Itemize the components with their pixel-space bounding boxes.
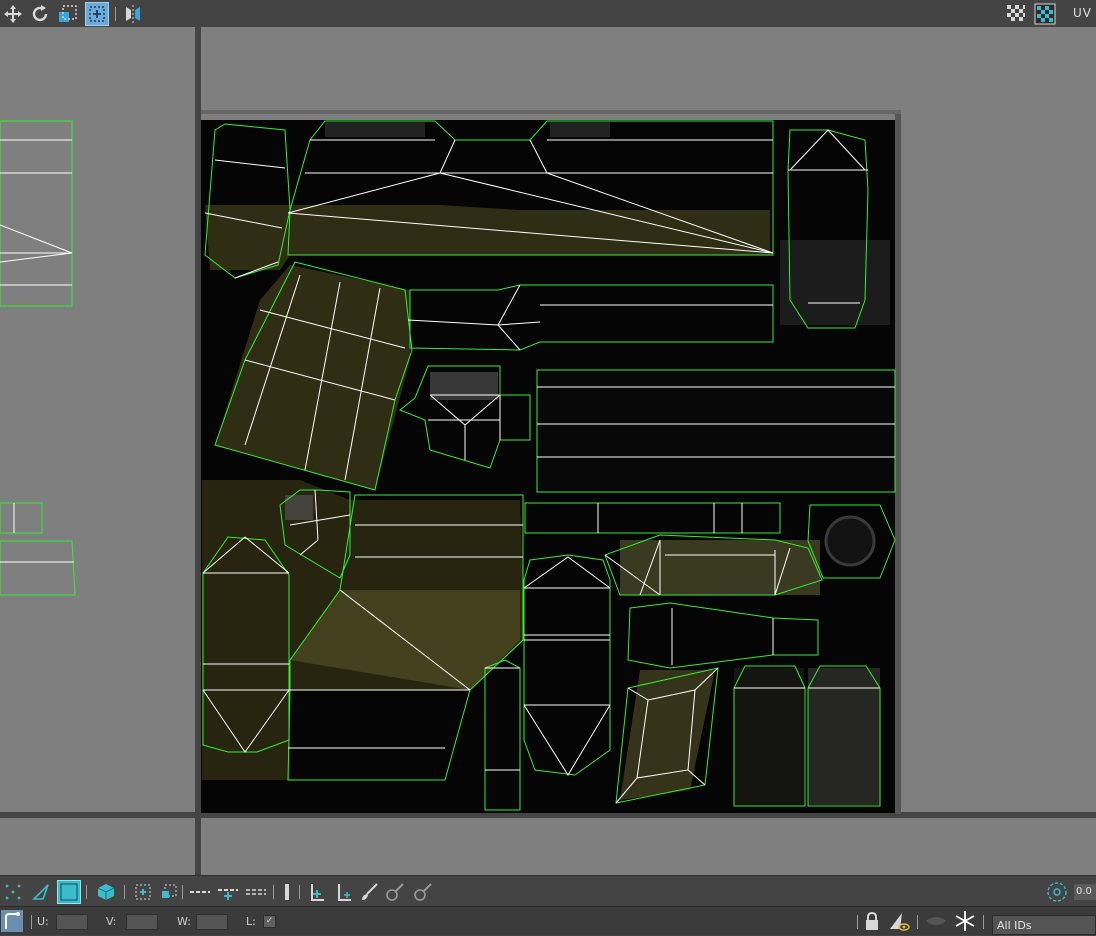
uv-tool-strip: 0.0 (0, 875, 1096, 907)
zoom-extents-icon[interactable] (1046, 881, 1068, 903)
loop-icon[interactable] (217, 881, 239, 903)
w-label: W: (177, 915, 191, 928)
brush-icon[interactable] (358, 881, 380, 903)
pin-icon[interactable] (412, 881, 434, 903)
w-field[interactable] (196, 914, 228, 930)
status-separator (917, 915, 918, 929)
u-label: U: (37, 915, 49, 928)
uv-shell[interactable] (0, 540, 76, 596)
face-mode-icon[interactable] (57, 880, 81, 904)
id-filter-dropdown[interactable]: All IDs (992, 915, 1096, 935)
v-field[interactable] (126, 914, 158, 930)
ignore-backfacing-icon[interactable] (888, 910, 910, 932)
l-label: L: (246, 915, 256, 928)
mirror-icon[interactable] (122, 3, 144, 25)
tool-separator (86, 885, 87, 899)
tool-separator (124, 885, 125, 899)
element-mode-icon[interactable] (95, 881, 117, 903)
shrink-select-icon[interactable] (158, 881, 180, 903)
uv-shell[interactable] (0, 502, 43, 534)
status-separator (983, 915, 984, 929)
toolbar-separator (115, 7, 116, 21)
texture-map-icon[interactable] (1034, 3, 1056, 25)
uv-shell[interactable] (0, 120, 73, 307)
scale-icon[interactable] (57, 3, 79, 25)
freeze-icon[interactable] (954, 910, 976, 932)
tool-separator (273, 885, 274, 899)
rotate-icon[interactable] (29, 3, 51, 25)
edge-mode-icon[interactable] (30, 881, 52, 903)
lock-icon[interactable] (861, 910, 883, 932)
status-bar: U: V: W: L: ✓ All IDs (0, 906, 1096, 935)
move-icon[interactable] (2, 3, 24, 25)
vertex-mode-icon[interactable] (2, 881, 24, 903)
u-field[interactable] (56, 914, 88, 930)
tool-separator (299, 885, 300, 899)
show-hidden-icon[interactable] (925, 910, 947, 932)
uv-viewport[interactable] (0, 27, 1096, 875)
zoom-value-field[interactable]: 0.0 (1074, 884, 1096, 900)
uv-layout-canvas[interactable] (0, 27, 1096, 875)
freeform-icon[interactable] (85, 2, 109, 26)
status-separator (857, 915, 858, 929)
checker-pattern-icon[interactable] (1005, 3, 1027, 25)
grow-select-icon[interactable] (189, 881, 211, 903)
uv-editor-label: UV (1073, 6, 1092, 20)
ring-icon[interactable] (245, 881, 267, 903)
top-toolbar: UV (0, 0, 1096, 28)
paint-select-icon[interactable] (332, 881, 354, 903)
tool-separator (182, 885, 183, 899)
align-vertical-icon[interactable] (276, 881, 298, 903)
status-separator (31, 915, 32, 929)
align-horizontal-icon[interactable] (305, 881, 327, 903)
v-label: V: (106, 915, 117, 928)
transform-mode-icon[interactable] (1, 910, 23, 932)
select-rect-icon[interactable] (132, 881, 154, 903)
lock-checkbox[interactable]: ✓ (263, 915, 276, 928)
relax-icon[interactable] (384, 881, 406, 903)
